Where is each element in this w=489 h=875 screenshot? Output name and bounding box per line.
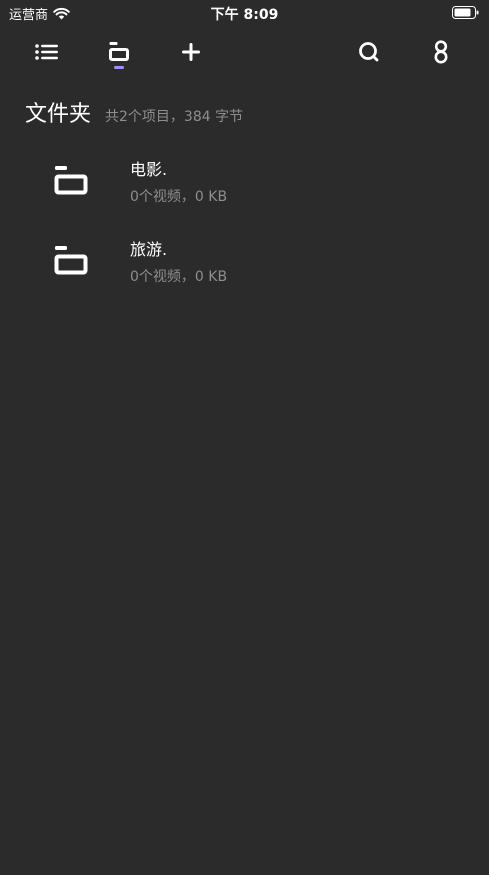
search-icon (359, 42, 379, 62)
add-button[interactable] (175, 36, 207, 68)
folder-meta: 0个视频，0 KB (130, 189, 228, 205)
folder-summary: 共2个项目，384 字节 (105, 109, 244, 125)
folder-icon (54, 166, 88, 195)
folder-name: 电影. (130, 160, 168, 179)
folder-meta: 0个视频，0 KB (130, 269, 228, 285)
account-button[interactable] (425, 36, 457, 68)
folders-button[interactable] (103, 36, 135, 68)
user-icon (434, 40, 448, 64)
folder-icon (109, 42, 129, 61)
top-toolbar (0, 30, 489, 74)
active-tab-indicator (114, 66, 124, 69)
page-header: 文件夹 共2个项目，384 字节 (25, 96, 243, 128)
status-time: 下午 8:09 (210, 7, 279, 23)
status-bar: 运营商 下午 8:09 (0, 0, 489, 26)
list-button[interactable] (31, 36, 63, 68)
folder-item-movies[interactable]: 电影. 0个视频，0 KB (0, 148, 489, 228)
battery-icon (452, 6, 479, 19)
page-title: 文件夹 (25, 102, 92, 127)
list-icon (35, 44, 58, 60)
folder-icon (54, 246, 88, 275)
plus-icon (182, 43, 200, 61)
search-button[interactable] (353, 36, 385, 68)
folder-name: 旅游. (130, 240, 168, 259)
folder-list: 电影. 0个视频，0 KB 旅游. 0个视频，0 KB (0, 148, 489, 308)
folder-item-travel[interactable]: 旅游. 0个视频，0 KB (0, 228, 489, 308)
